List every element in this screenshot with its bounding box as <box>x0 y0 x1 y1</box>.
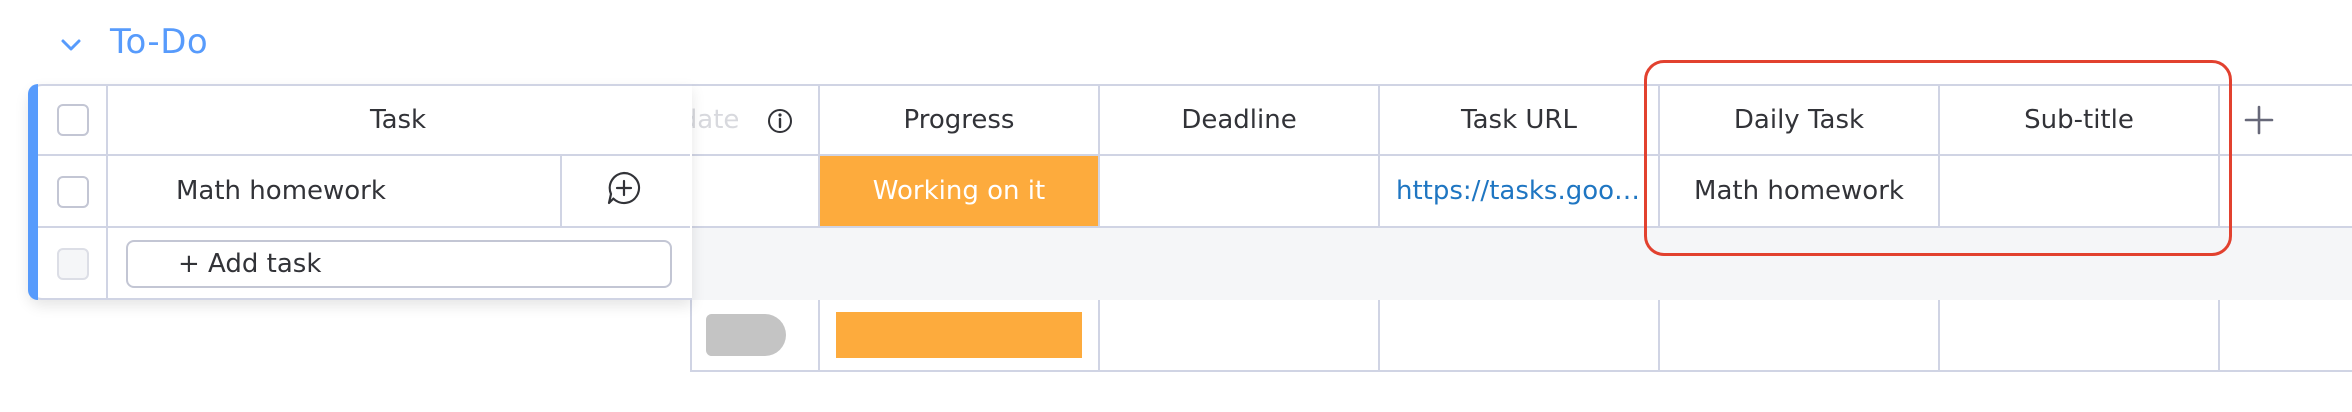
add-row-checkbox <box>57 248 89 280</box>
column-header-task-url[interactable]: Task URL <box>1380 86 1658 154</box>
due-date-summary-bar <box>706 314 786 356</box>
column-divider <box>690 300 692 372</box>
add-task-input[interactable]: + Add task <box>126 240 672 288</box>
row-checkbox[interactable] <box>57 176 89 208</box>
info-icon[interactable] <box>766 107 794 135</box>
deadline-cell[interactable] <box>1100 156 1378 226</box>
chevron-down-icon[interactable] <box>56 30 86 60</box>
task-name-cell[interactable]: Math homework <box>176 156 556 226</box>
progress-summary-bar <box>836 312 1082 358</box>
summary-divider <box>690 370 2352 372</box>
task-url-cell[interactable]: https://tasks.goo… <box>1396 156 1658 226</box>
add-update-icon[interactable] <box>606 170 642 206</box>
update-column-divider <box>560 156 562 226</box>
group-title[interactable]: To-Do <box>110 16 208 68</box>
column-header-progress[interactable]: Progress <box>820 86 1098 154</box>
group-color-bar <box>28 84 38 300</box>
column-header-task[interactable]: Task <box>108 86 688 154</box>
progress-status-cell[interactable]: Working on it <box>820 156 1098 226</box>
plus-icon[interactable] <box>2242 103 2276 137</box>
highlight-box <box>1644 60 2232 256</box>
row-divider <box>38 226 690 228</box>
column-header-deadline[interactable]: Deadline <box>1100 86 1378 154</box>
select-all-checkbox[interactable] <box>57 104 89 136</box>
